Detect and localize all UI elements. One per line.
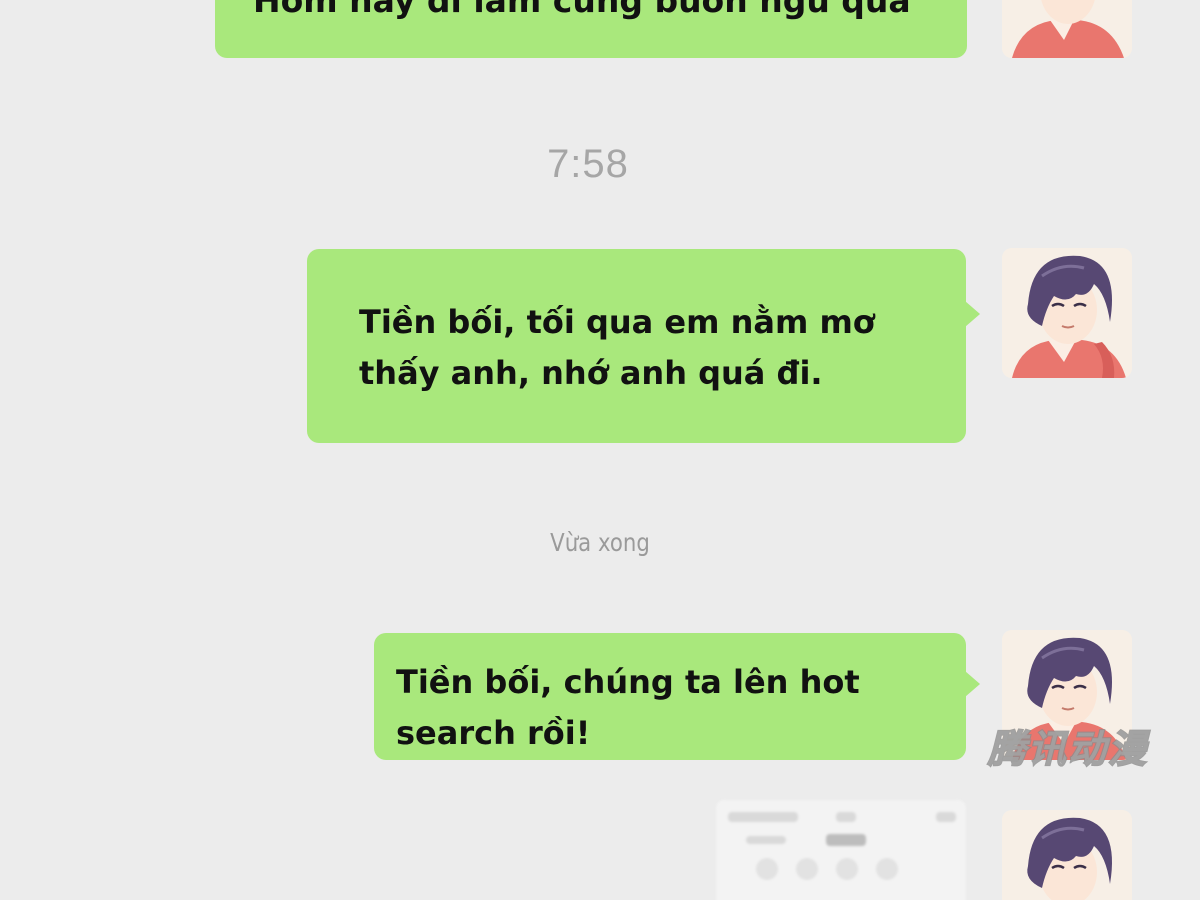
image-detail [936,812,956,822]
image-detail [826,834,866,846]
message-text: Tiền bối, chúng ta lên hot search rồi! [396,663,860,752]
avatar-illustration [1002,248,1132,378]
image-detail [728,812,798,822]
image-detail [876,858,898,880]
message-text: Tiền bối, tối qua em nằm mơ thấy anh, nh… [359,303,875,392]
image-detail [796,858,818,880]
chat-view: Hôm nay đi làm cũng buồn ngủ quá 7:58 Ti… [0,0,1200,900]
message-bubble[interactable]: Tiền bối, tối qua em nằm mơ thấy anh, nh… [307,249,980,443]
message-bubble[interactable]: Hôm nay đi làm cũng buồn ngủ quá [215,0,967,58]
timestamp: 7:58 [547,142,629,186]
image-detail [756,858,778,880]
timestamp: Vừa xong [550,528,650,557]
avatar-illustration [1002,0,1132,58]
user-avatar[interactable] [1002,810,1132,900]
message-text: Hôm nay đi làm cũng buồn ngủ quá [253,0,911,20]
image-detail [746,836,786,844]
bubble-tail [965,301,980,327]
image-detail [836,812,856,822]
message-bubble[interactable]: Tiền bối, chúng ta lên hot search rồi! [374,633,980,760]
bubble-tail [965,671,980,697]
user-avatar[interactable] [1002,248,1132,378]
image-message[interactable] [716,800,966,900]
user-avatar[interactable] [1002,0,1132,58]
image-detail [836,858,858,880]
watermark-logo: 腾讯动漫 [987,726,1149,772]
avatar-illustration [1002,810,1132,900]
